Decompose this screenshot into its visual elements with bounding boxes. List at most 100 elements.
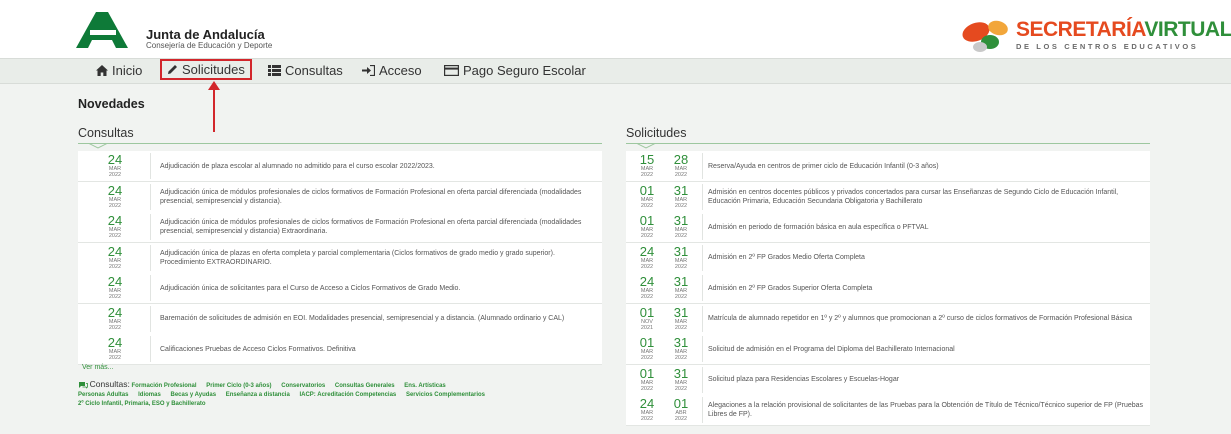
consulta-row[interactable]: 24 MAR 2022 Adjudicación única de plazas en… [78,242,602,274]
date-block: 24 MAR 2022 [98,336,132,361]
solicitud-row[interactable]: 24 MAR 2022 01 ABR 2022 Alegaciones a la relac… [626,395,1150,426]
consulta-text[interactable]: Adjudicación única de módulos profesiona… [160,182,590,212]
annotation-arrow [208,81,220,132]
date-year: 2022 [108,172,122,178]
home-icon [96,65,108,76]
date-block: 24 MAR 2022 [98,153,132,178]
date-separator [702,214,703,240]
date-block: 31 MAR 2022 [664,245,698,270]
date-day: 24 [107,152,123,167]
date-year: 2022 [108,324,122,331]
nav-consultas[interactable]: Consultas [268,63,343,78]
nav-acceso[interactable]: Acceso [362,63,422,78]
date-day: 31 [673,243,689,259]
date-day: 31 [673,213,689,228]
consulta-row[interactable]: 24 MAR 2022 Calificaciones Pruebas de Acces… [78,334,602,365]
solicitud-row[interactable]: 24 MAR 2022 31 MAR 2022 Admisión en 2º FP Grad… [626,242,1150,274]
solicitud-text[interactable]: Alegaciones a la relación provisional de… [708,395,1144,425]
solicitud-text[interactable]: Solicitud plaza para Residencias Escolar… [708,365,1144,395]
consultas-link[interactable]: Formación Profesional [132,383,197,389]
nav-consultas-label: Consultas [285,63,343,78]
sign-in-icon [362,65,375,76]
date-block: 28 MAR 2022 [664,153,698,178]
solicitud-row[interactable]: 24 MAR 2022 31 MAR 2022 Admisión en 2º FP Grad… [626,273,1150,304]
solicitud-row[interactable]: 01 MAR 2022 31 MAR 2022 Solicitud de admisión … [626,334,1150,365]
consultas-link[interactable]: Consultas Generales [335,383,395,389]
date-day: 24 [639,243,655,259]
nav-pago-seguro[interactable]: Pago Seguro Escolar [444,63,586,78]
credit-card-icon [444,65,459,76]
date-year: 2022 [674,385,688,392]
date-block: 01 MAR 2022 [630,367,664,392]
date-block: 01 MAR 2022 [630,336,664,361]
date-block: 31 MAR 2022 [664,306,698,331]
date-day: 15 [639,152,655,167]
consultas-link[interactable]: 2º Ciclo Infantil, Primaria, ESO y Bachi… [78,401,206,407]
secretaria-virtual-logo-icon[interactable] [958,16,1020,54]
date-year: 2022 [640,172,654,178]
date-day: 01 [639,213,655,228]
consulta-row[interactable]: 24 MAR 2022 Adjudicación de plaza escolar a… [78,151,602,182]
consulta-text[interactable]: Calificaciones Pruebas de Acceso Ciclos … [160,334,590,364]
consulta-text[interactable]: Adjudicación única de plazas en oferta c… [160,243,590,273]
solicitud-text[interactable]: Solicitud de admisión en el Programa del… [708,334,1144,364]
solicitud-row[interactable]: 01 MAR 2022 31 MAR 2022 Admisión en periodo de… [626,212,1150,243]
date-separator [702,305,703,332]
nav-solicitudes[interactable]: Solicitudes [160,59,252,80]
date-day: 31 [673,304,689,320]
date-day: 24 [107,182,123,198]
nav-inicio[interactable]: Inicio [96,63,142,78]
date-year: 2022 [640,385,654,392]
date-block: 24 MAR 2022 [98,306,132,331]
consulta-text[interactable]: Adjudicación única de módulos profesiona… [160,212,590,242]
date-year: 2021 [640,324,654,331]
solicitud-text[interactable]: Admisión en 2º FP Grados Superior Oferta… [708,273,1144,303]
consultas-link[interactable]: IACP: Acreditación Competencias [299,392,396,398]
consultas-link[interactable]: Personas Adultas [78,392,128,398]
consulta-text[interactable]: Baremación de solicitudes de admisión en… [160,304,590,334]
consulta-text[interactable]: Adjudicación de plaza escolar al alumnad… [160,151,590,181]
solicitud-row[interactable]: 01 MAR 2022 31 MAR 2022 Admisión en centros do… [626,181,1150,213]
consultas-link[interactable]: Idiomas [138,392,161,398]
solicitud-row[interactable]: 15 MAR 2022 28 MAR 2022 Reserva/Ayuda en centr… [626,151,1150,182]
solicitud-text[interactable]: Admisión en centros docentes públicos y … [708,182,1144,212]
consultas-link[interactable]: Servicios Complementarios [406,392,485,398]
date-separator [702,397,703,423]
solicitud-text[interactable]: Reserva/Ayuda en centros de primer ciclo… [708,151,1144,181]
date-separator [150,153,151,179]
consultas-link[interactable]: Becas y Ayudas [171,392,217,398]
org-subtitle: Consejería de Educación y Deporte [146,41,273,50]
novedades-title: Novedades [78,97,145,111]
consulta-text[interactable]: Adjudicación única de solicitantes para … [160,273,590,303]
consultas-link[interactable]: Ens. Artísticas [404,383,445,389]
date-year: 2022 [108,233,122,239]
solicitud-row[interactable]: 01 NOV 2021 31 MAR 2022 Matrícula de alumnado … [626,303,1150,335]
consultas-link[interactable]: Conservatorios [281,383,325,389]
date-block: 24 MAR 2022 [98,275,132,300]
date-separator [150,305,151,332]
secretaria-virtual-title: SECRETARÍAVIRTUAL [1016,18,1231,41]
solicitud-text[interactable]: Matrícula de alumnado repetidor en 1º y … [708,304,1144,334]
consulta-row[interactable]: 24 MAR 2022 Adjudicación única de solicitan… [78,273,602,304]
date-year: 2022 [108,294,122,300]
date-block: 31 MAR 2022 [664,367,698,392]
date-year: 2022 [640,294,654,300]
consultas-link[interactable]: Enseñanza a distancia [226,392,290,398]
date-day: 24 [107,243,123,259]
junta-logo-icon[interactable] [76,10,138,50]
consulta-row[interactable]: 24 MAR 2022 Adjudicación única de módulos p… [78,212,602,243]
date-day: 24 [107,304,123,320]
date-separator [150,183,151,210]
solicitud-text[interactable]: Admisión en 2º FP Grados Medio Oferta Co… [708,243,1144,273]
date-year: 2022 [640,202,654,209]
date-year: 2022 [640,263,654,270]
solicitud-text[interactable]: Admisión en periodo de formación básica … [708,212,1144,242]
date-block: 24 MAR 2022 [98,245,132,270]
ver-mas-link[interactable]: Ver más... [82,364,114,371]
solicitud-row[interactable]: 01 MAR 2022 31 MAR 2022 Solicitud plaza para R… [626,364,1150,396]
date-year: 2022 [640,416,654,422]
consulta-row[interactable]: 24 MAR 2022 Adjudicación única de módulos p… [78,181,602,213]
date-year: 2022 [108,263,122,270]
consultas-link[interactable]: Primer Ciclo (0-3 años) [206,383,271,389]
consulta-row[interactable]: 24 MAR 2022 Baremación de solicitudes de ad… [78,303,602,335]
